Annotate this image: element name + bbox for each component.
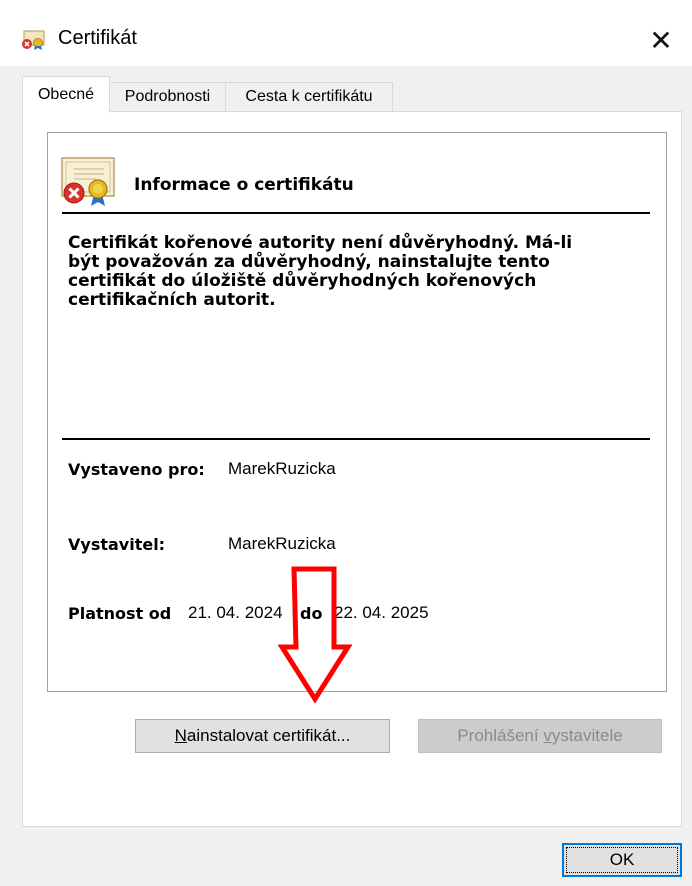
warning-line: Certifikát kořenové autority není důvěry…: [68, 233, 573, 253]
button-label: Nainstalovat certifikát...: [175, 726, 351, 746]
issuer-statement-button[interactable]: Prohlášení vystavitele: [418, 719, 662, 753]
tab-label: Cesta k certifikátu: [245, 88, 373, 105]
window-title: Certifikát: [58, 27, 137, 49]
button-label: Prohlášení vystavitele: [457, 726, 622, 746]
close-icon: ✕: [649, 24, 673, 56]
certificate-untrusted-icon: [61, 157, 115, 206]
title-bar: Certifikát ✕: [0, 14, 692, 66]
trust-warning-text: Certifikát kořenové autority není důvěry…: [68, 234, 628, 310]
tab-details[interactable]: Podrobnosti: [109, 82, 226, 111]
warning-line: certifikát do úložiště důvěryhodných koř…: [68, 271, 537, 291]
info-title: Informace o certifikátu: [134, 175, 354, 195]
tab-label: Podrobnosti: [124, 88, 211, 105]
warning-line: certifikačních autorit.: [68, 290, 276, 310]
mnemonic: v: [543, 726, 552, 745]
label-before: Prohlášení: [457, 726, 544, 745]
issued-to-label: Vystaveno pro:: [68, 460, 205, 479]
button-label: OK: [609, 850, 635, 869]
mnemonic: N: [174, 726, 187, 745]
divider: [62, 438, 650, 440]
certificate-small-icon: [22, 30, 45, 50]
label-rest: ystavitele: [551, 726, 623, 745]
validity-from-value: 21. 04. 2024: [188, 603, 283, 622]
ok-button[interactable]: OK: [562, 843, 682, 877]
issuer-label: Vystavitel:: [68, 535, 166, 554]
divider: [62, 212, 650, 214]
tab-label: Obecné: [37, 86, 95, 103]
tab-general[interactable]: Obecné: [22, 76, 110, 113]
install-certificate-button[interactable]: Nainstalovat certifikát...: [135, 719, 390, 753]
red-arrow-annotation: [278, 566, 352, 704]
tab-certification-path[interactable]: Cesta k certifikátu: [225, 82, 393, 111]
background-window-strip: [0, 0, 692, 14]
close-button[interactable]: ✕: [630, 14, 692, 66]
issued-to-value: MarekRuzicka: [228, 459, 336, 478]
warning-line: být považován za důvěryhodný, nainstaluj…: [68, 252, 550, 272]
label-rest: ainstalovat certifikát...: [186, 726, 351, 745]
validity-from-label: Platnost od: [68, 604, 172, 623]
issuer-value: MarekRuzicka: [228, 534, 336, 553]
